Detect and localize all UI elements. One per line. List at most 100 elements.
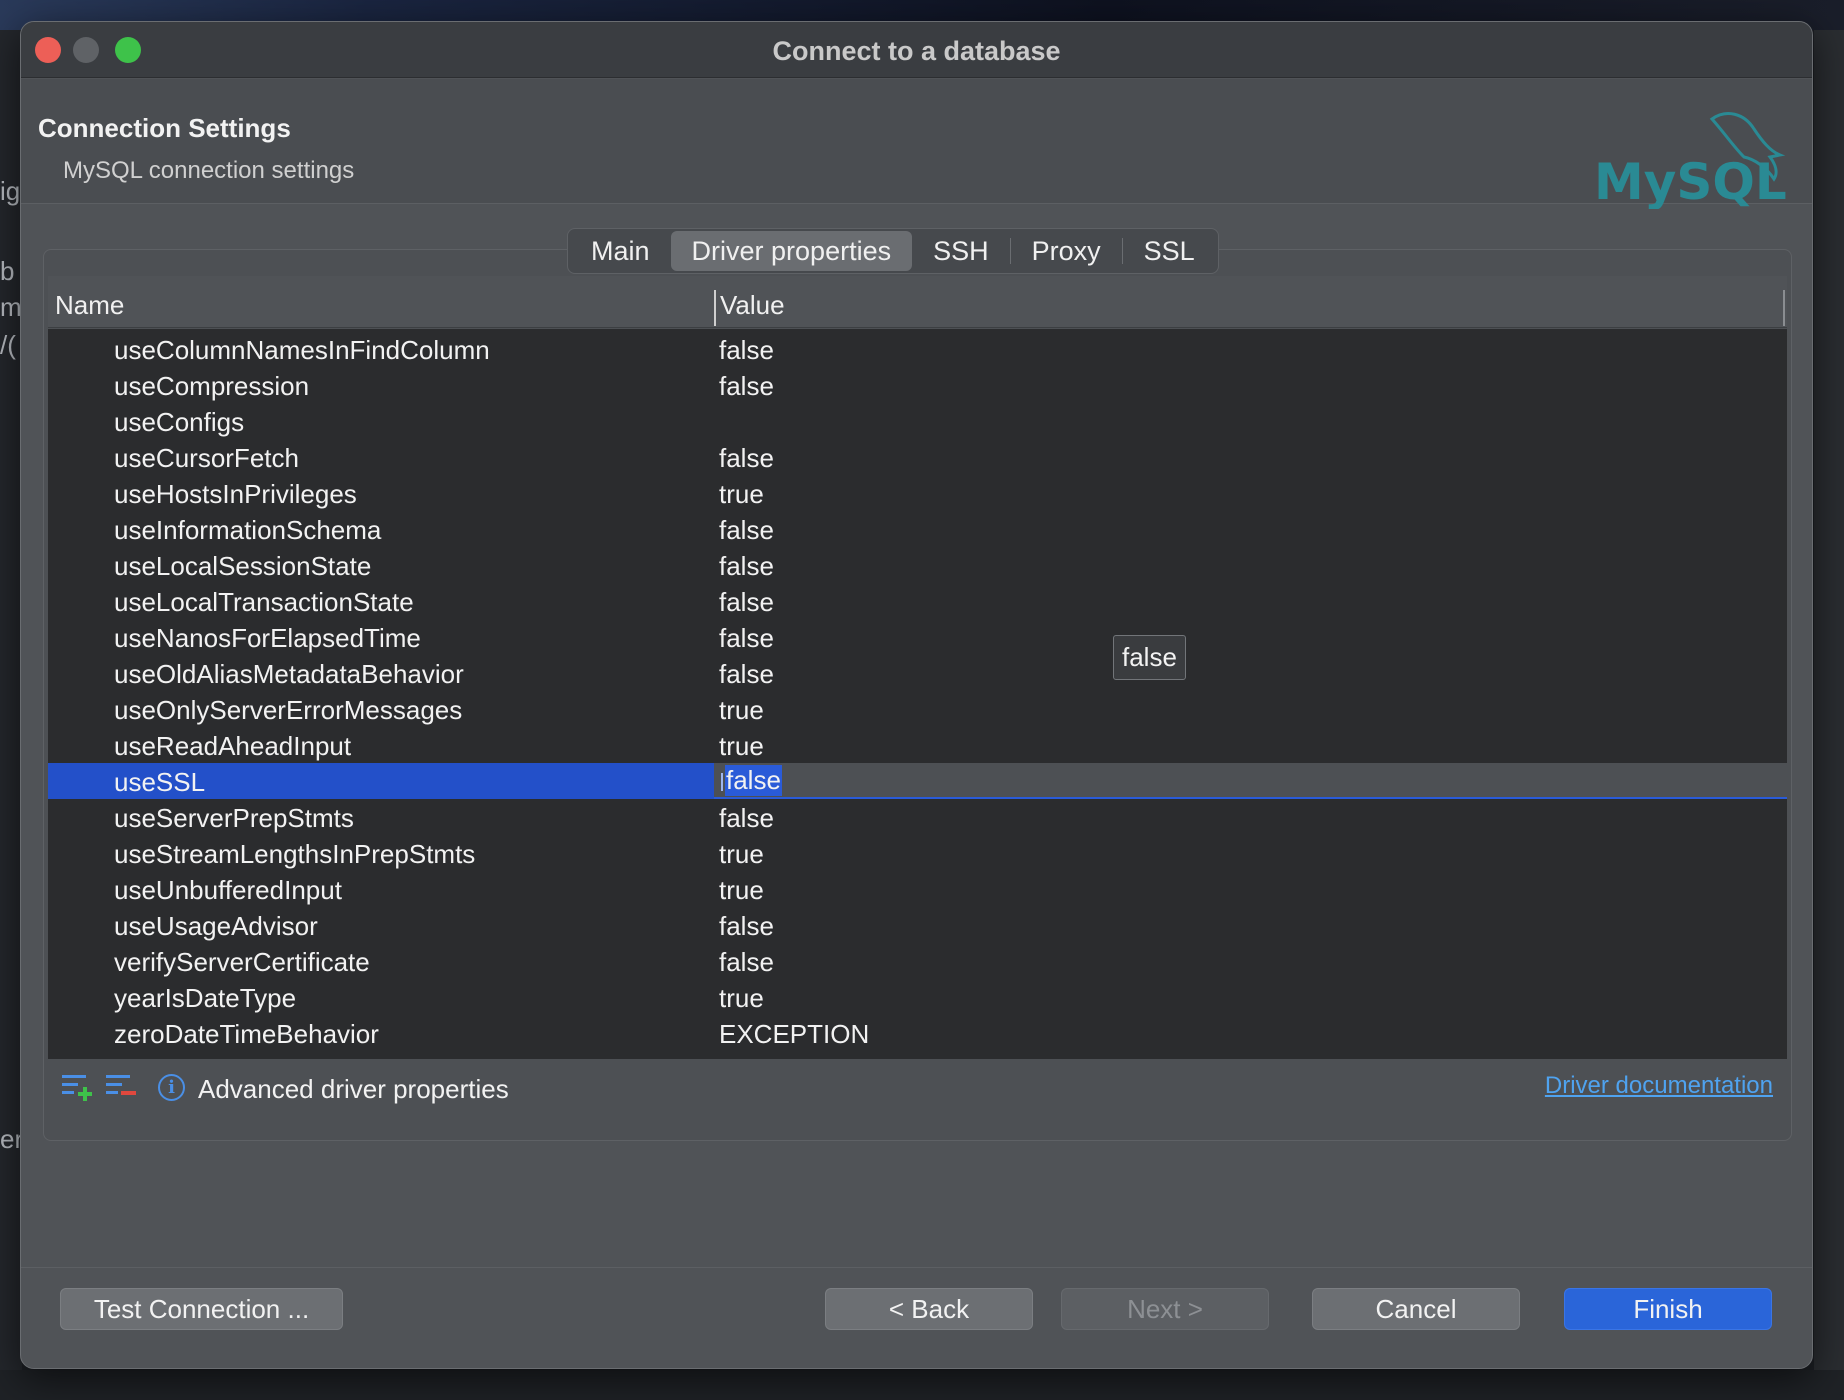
property-row[interactable]: yearIsDateType true: [48, 979, 1787, 1015]
property-value: false: [719, 443, 774, 473]
property-row[interactable]: useUsageAdvisor false: [48, 907, 1787, 943]
property-name-cell[interactable]: verifyServerCertificate: [48, 943, 714, 979]
driver-properties-panel: Name Value useColumnNamesInFindColumn fal…: [43, 249, 1792, 1141]
column-resize-handle[interactable]: [714, 290, 716, 326]
cancel-button[interactable]: Cancel: [1312, 1288, 1520, 1330]
properties-grid: useColumnNamesInFindColumn false useCompre…: [48, 329, 1787, 1059]
property-name-cell[interactable]: zeroDateTimeBehavior: [48, 1015, 714, 1051]
background-window-left: ig b m /( er: [0, 30, 23, 1400]
tab-label: Proxy: [1031, 235, 1101, 266]
property-name-cell[interactable]: useNanosForElapsedTime: [48, 619, 714, 655]
back-button[interactable]: < Back: [825, 1288, 1033, 1330]
property-value-cell[interactable]: [714, 403, 1787, 439]
remove-property-icon[interactable]: [104, 1072, 138, 1102]
property-name-cell[interactable]: useUnbufferedInput: [48, 871, 714, 907]
property-value: true: [719, 695, 764, 725]
property-name-cell[interactable]: useServerPrepStmts: [48, 799, 714, 835]
property-row[interactable]: useCompression false: [48, 367, 1787, 403]
add-property-icon[interactable]: [60, 1072, 94, 1102]
property-value: true: [719, 983, 764, 1013]
property-name-cell[interactable]: useConfigs: [48, 403, 714, 439]
property-name-cell[interactable]: yearIsDateType: [48, 979, 714, 1015]
property-name: useUsageAdvisor: [114, 911, 318, 941]
property-row[interactable]: useStreamLengthsInPrepStmts true: [48, 835, 1787, 871]
background-window-right: [1814, 30, 1844, 1400]
property-value-cell[interactable]: false: [714, 943, 1787, 979]
property-name-cell[interactable]: useInformationSchema: [48, 511, 714, 547]
property-name: useNanosForElapsedTime: [114, 623, 421, 653]
column-resize-handle[interactable]: [1783, 290, 1785, 326]
title-bar[interactable]: Connect to a database: [21, 22, 1812, 78]
property-value: false: [719, 947, 774, 977]
property-value-cell[interactable]: false: [714, 907, 1787, 943]
property-row[interactable]: useUnbufferedInput true: [48, 871, 1787, 907]
tab-proxy[interactable]: Proxy: [1011, 231, 1122, 271]
property-value: false: [725, 765, 782, 796]
driver-documentation-link[interactable]: Driver documentation: [1545, 1072, 1773, 1100]
property-value-cell[interactable]: true: [714, 871, 1787, 907]
property-value-editor[interactable]: false: [714, 763, 1787, 799]
property-row[interactable]: useHostsInPrivileges true: [48, 475, 1787, 511]
property-value-cell[interactable]: EXCEPTION: [714, 1015, 1787, 1051]
property-value-cell[interactable]: false: [714, 511, 1787, 547]
property-row[interactable]: useLocalSessionState false: [48, 547, 1787, 583]
property-name-cell[interactable]: useHostsInPrivileges: [48, 475, 714, 511]
property-name-cell[interactable]: useLocalTransactionState: [48, 583, 714, 619]
column-header-name[interactable]: Name: [55, 290, 124, 321]
property-name-cell[interactable]: useColumnNamesInFindColumn: [48, 331, 714, 367]
property-name-cell[interactable]: useOldAliasMetadataBehavior: [48, 655, 714, 691]
property-value-cell[interactable]: true: [714, 727, 1787, 763]
tab-ssl[interactable]: SSL: [1123, 231, 1216, 271]
property-value-cell[interactable]: false: [714, 367, 1787, 403]
property-value: EXCEPTION: [719, 1019, 870, 1049]
property-row[interactable]: useSSL false: [48, 763, 1787, 799]
property-value-cell[interactable]: false: [714, 439, 1787, 475]
property-row[interactable]: useCursorFetch false: [48, 439, 1787, 475]
property-row[interactable]: verifyServerCertificate false: [48, 943, 1787, 979]
property-value-cell[interactable]: false: [714, 583, 1787, 619]
property-value-cell[interactable]: true: [714, 691, 1787, 727]
property-name-cell[interactable]: useReadAheadInput: [48, 727, 714, 763]
tab-ssh[interactable]: SSH: [912, 231, 1010, 271]
property-name: useColumnNamesInFindColumn: [114, 335, 490, 365]
property-value-cell[interactable]: true: [714, 475, 1787, 511]
background-text-fragment: b: [0, 256, 15, 286]
tab-bar: Main Driver properties SSH Proxy SSL: [567, 228, 1219, 274]
property-row[interactable]: useOldAliasMetadataBehavior false: [48, 655, 1787, 691]
property-value-cell[interactable]: false: [714, 655, 1787, 691]
property-row[interactable]: useLocalTransactionState false: [48, 583, 1787, 619]
property-name-cell[interactable]: useCompression: [48, 367, 714, 403]
test-connection-button[interactable]: Test Connection ...: [60, 1288, 343, 1330]
property-row[interactable]: useOnlyServerErrorMessages true: [48, 691, 1787, 727]
property-value-cell[interactable]: false: [714, 547, 1787, 583]
property-name-cell[interactable]: useSSL: [48, 763, 714, 799]
mysql-logo-icon: MySQL: [1594, 112, 1787, 209]
property-row[interactable]: useColumnNamesInFindColumn false: [48, 331, 1787, 367]
property-name: zeroDateTimeBehavior: [114, 1019, 379, 1049]
property-row[interactable]: useConfigs: [48, 403, 1787, 439]
property-value-cell[interactable]: true: [714, 835, 1787, 871]
property-row[interactable]: useServerPrepStmts false: [48, 799, 1787, 835]
property-name-cell[interactable]: useCursorFetch: [48, 439, 714, 475]
tab-driver-properties[interactable]: Driver properties: [670, 231, 913, 271]
tab-main[interactable]: Main: [570, 231, 671, 271]
property-value-cell[interactable]: true: [714, 979, 1787, 1015]
property-row[interactable]: zeroDateTimeBehavior EXCEPTION: [48, 1015, 1787, 1051]
property-name-cell[interactable]: useLocalSessionState: [48, 547, 714, 583]
property-name-cell[interactable]: useOnlyServerErrorMessages: [48, 691, 714, 727]
property-value-cell[interactable]: false: [714, 799, 1787, 835]
tab-label: Main: [591, 235, 650, 266]
property-name: useInformationSchema: [114, 515, 382, 545]
property-name-cell[interactable]: useStreamLengthsInPrepStmts: [48, 835, 714, 871]
property-name: useOldAliasMetadataBehavior: [114, 659, 464, 689]
column-header-value[interactable]: Value: [720, 290, 785, 321]
property-row[interactable]: useReadAheadInput true: [48, 727, 1787, 763]
property-row[interactable]: useNanosForElapsedTime false: [48, 619, 1787, 655]
next-button[interactable]: Next >: [1061, 1288, 1269, 1330]
property-row[interactable]: useInformationSchema false: [48, 511, 1787, 547]
property-name-cell[interactable]: useUsageAdvisor: [48, 907, 714, 943]
property-value-cell[interactable]: false: [714, 619, 1787, 655]
property-value-cell[interactable]: false: [714, 331, 1787, 367]
background-text-fragment: /(: [0, 330, 16, 360]
finish-button[interactable]: Finish: [1564, 1288, 1772, 1330]
